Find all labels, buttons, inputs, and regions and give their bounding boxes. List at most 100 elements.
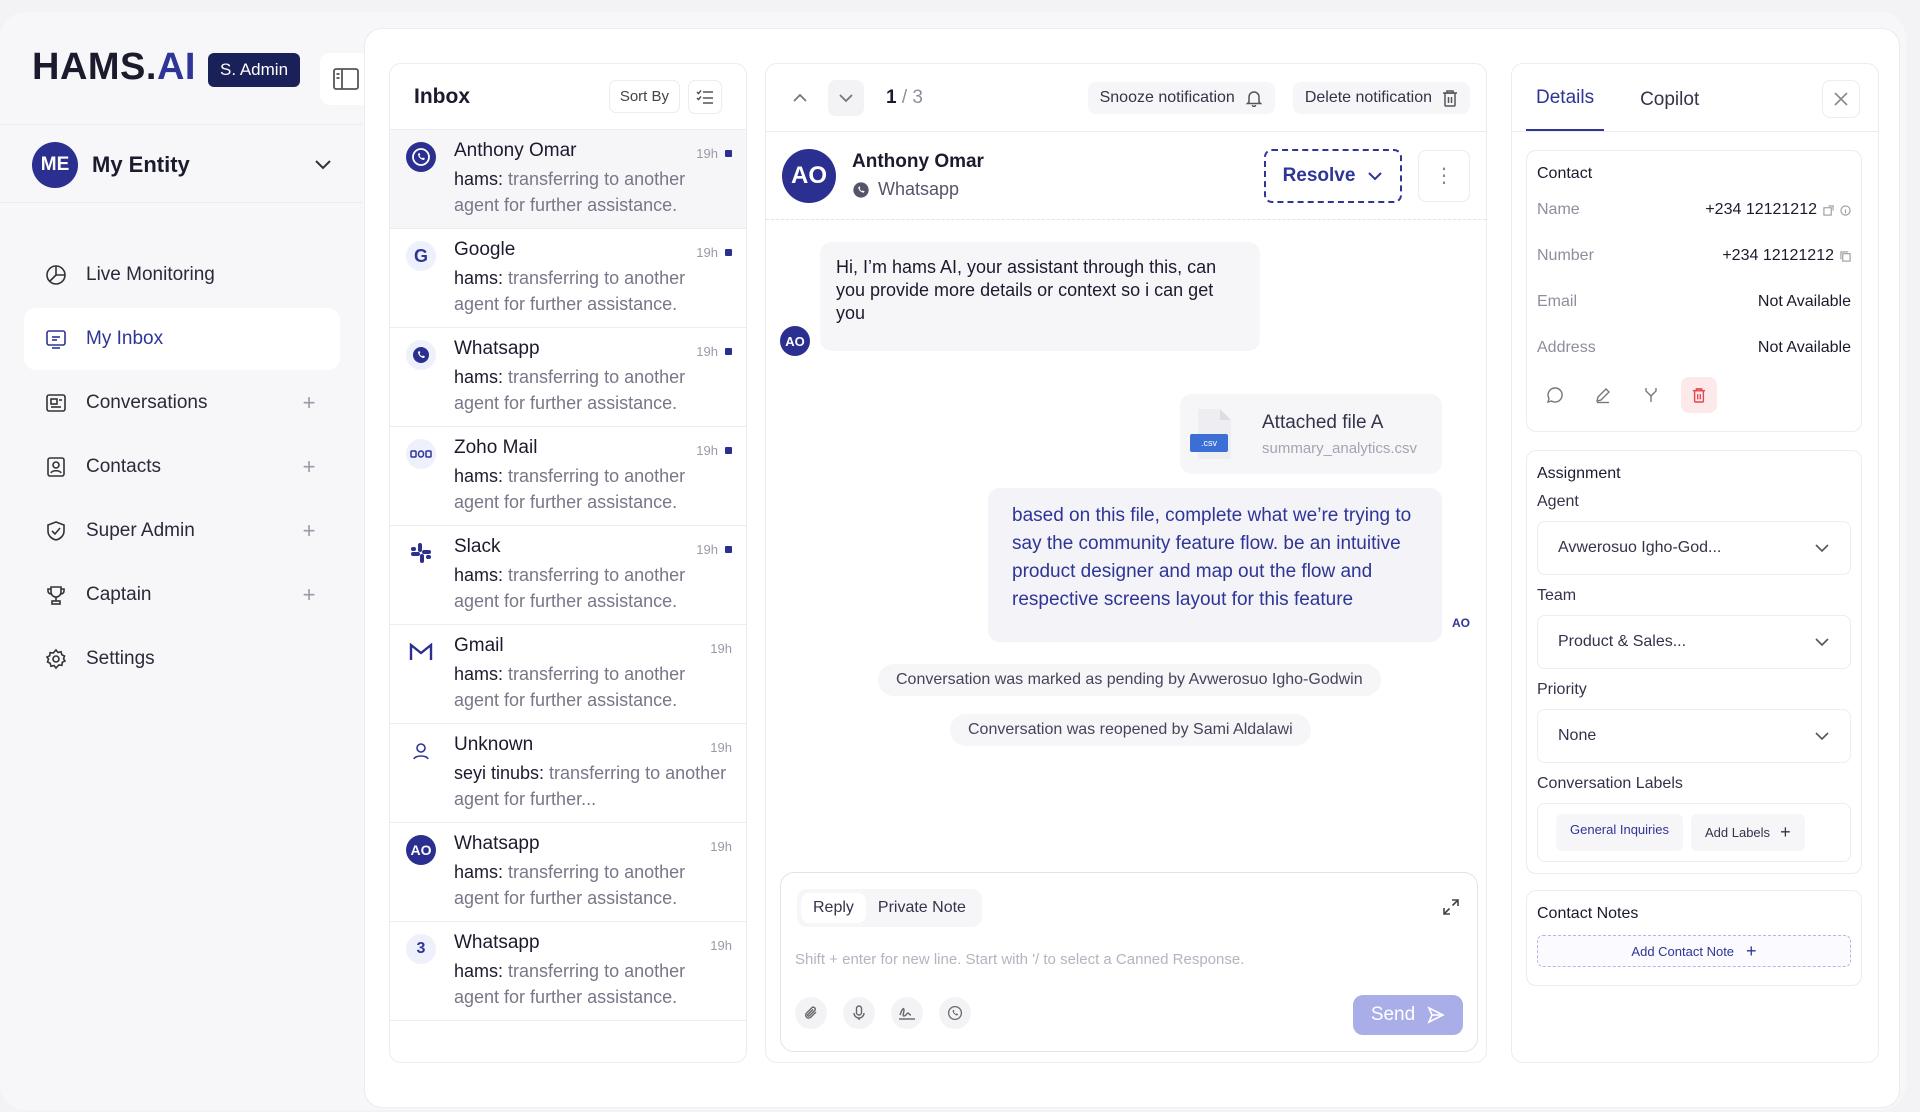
tab-reply[interactable]: Reply [801, 893, 866, 923]
conversation-labels-label: Conversation Labels [1537, 775, 1683, 792]
bell-icon [1245, 90, 1263, 107]
tab-private-note[interactable]: Private Note [866, 893, 978, 923]
message-contact-button[interactable] [1537, 377, 1573, 413]
conversation-item[interactable]: Zoho Mail 19h hams: transferring to anot… [390, 427, 746, 526]
conversation-time: 19h [696, 245, 718, 260]
previous-conversation-button[interactable] [782, 80, 818, 116]
external-link-icon[interactable] [1823, 204, 1834, 216]
next-conversation-button[interactable] [828, 79, 864, 116]
conversation-snippet: hams: transferring to another agent for … [454, 664, 686, 710]
add-captain-button[interactable]: + [294, 582, 324, 608]
close-panel-button[interactable] [1822, 80, 1860, 118]
more-options-button[interactable]: ⋮ [1418, 149, 1470, 202]
sidebar-item-live-monitoring[interactable]: Live Monitoring [24, 244, 340, 306]
contact-card: Contact Name +234 12121212 Number +234 121… [1526, 150, 1862, 432]
attach-file-button[interactable] [795, 997, 827, 1029]
list-filter-icon [696, 89, 713, 104]
voice-record-button[interactable] [843, 997, 875, 1029]
unread-indicator [725, 348, 732, 355]
sidebar-item-settings[interactable]: Settings [24, 628, 340, 690]
info-icon[interactable] [1840, 204, 1851, 216]
resolve-button[interactable]: Resolve [1264, 148, 1402, 203]
entity-name: My Entity [92, 152, 190, 177]
conversation-time: 19h [710, 641, 732, 656]
sidebar-item-label: Captain [86, 584, 152, 605]
conversation-name: Slack [454, 536, 501, 557]
sidebar-item-contacts[interactable]: Contacts + [24, 436, 340, 498]
tab-copilot[interactable]: Copilot [1630, 89, 1709, 131]
add-super-admin-button[interactable]: + [294, 518, 324, 544]
sidebar-item-my-inbox[interactable]: My Inbox [24, 308, 340, 370]
copy-icon[interactable] [1840, 250, 1851, 262]
conversation-item[interactable]: Whatsapp 19h hams: transferring to anoth… [390, 328, 746, 427]
inbox-title: Inbox [414, 84, 470, 108]
send-button[interactable]: Send [1353, 995, 1463, 1035]
incoming-message: Hi, I’m hams AI, your assistant through … [820, 242, 1260, 351]
edit-contact-button[interactable] [1585, 377, 1621, 413]
snooze-notification-button[interactable]: Snooze notification [1087, 81, 1275, 114]
delete-contact-button[interactable] [1681, 377, 1717, 413]
gear-icon [44, 647, 68, 671]
whatsapp-icon [406, 142, 436, 172]
trophy-icon [44, 583, 68, 607]
sidebar-item-label: Conversations [86, 392, 208, 413]
count-badge: 3 [406, 934, 436, 964]
add-contact-button[interactable]: + [294, 454, 324, 480]
attachment-title: Attached file A [1262, 411, 1384, 433]
chevron-down-icon [1368, 171, 1383, 180]
trash-icon [1692, 388, 1706, 403]
agent-label: Agent [1537, 493, 1579, 510]
microphone-icon [853, 1005, 865, 1020]
conversation-item[interactable]: Anthony Omar 19h hams: transferring to a… [390, 130, 746, 229]
conversation-item[interactable]: Gmail 19h hams: transferring to another … [390, 625, 746, 724]
chevron-up-icon [793, 93, 807, 102]
message-input[interactable]: Shift + enter for new line. Start with '… [795, 951, 1244, 968]
contacts-icon [44, 455, 68, 479]
conversation-item[interactable]: 3 Whatsapp 19h hams: transferring to ano… [390, 922, 746, 1021]
signature-button[interactable] [891, 997, 923, 1029]
contact-avatar: AO [782, 148, 836, 203]
attachment-card[interactable]: .csv Attached file A summary_analytics.c… [1180, 394, 1442, 474]
conversation-item[interactable]: Unknown 19h seyi tinubs: transferring to… [390, 724, 746, 823]
whatsapp-icon [853, 181, 869, 198]
sidebar-item-super-admin[interactable]: Super Admin + [24, 500, 340, 562]
priority-select[interactable]: None [1537, 709, 1851, 763]
conversation-item[interactable]: Slack 19h hams: transferring to another … [390, 526, 746, 625]
delete-notification-button[interactable]: Delete notification [1292, 81, 1470, 114]
sidebar-item-label: My Inbox [86, 328, 164, 349]
sidebar-item-label: Settings [86, 648, 155, 669]
add-labels-button[interactable]: Add Labels + [1691, 814, 1805, 851]
conversation-time: 19h [696, 443, 718, 458]
conversation-snippet: hams: transferring to another agent for … [454, 169, 686, 215]
merge-contact-button[interactable] [1633, 377, 1669, 413]
agent-select[interactable]: Avwerosuo Igho-God... [1537, 521, 1851, 575]
team-select[interactable]: Product & Sales... [1537, 615, 1851, 669]
conversations-icon [44, 391, 68, 415]
whatsapp-template-button[interactable] [939, 997, 971, 1029]
inbox-icon [44, 327, 68, 351]
priority-label: Priority [1537, 681, 1587, 698]
chat-bubble-icon [1546, 387, 1563, 404]
add-contact-note-button[interactable]: Add Contact Note + [1537, 935, 1851, 967]
outgoing-message: based on this file, complete what we’re … [988, 488, 1442, 642]
sidebar-item-conversations[interactable]: Conversations + [24, 372, 340, 434]
label-chip[interactable]: General Inquiries [1556, 814, 1683, 851]
conversation-item[interactable]: G Google 19h hams: transferring to anoth… [390, 229, 746, 328]
conversation-name: Whatsapp [454, 338, 540, 359]
pie-chart-icon [44, 263, 68, 287]
conversation-item[interactable]: AO Whatsapp 19h hams: transferring to an… [390, 823, 746, 922]
contact-row: Email Not Available [1537, 293, 1851, 310]
contact-name: Anthony Omar [852, 151, 984, 172]
contact-row: Number +234 12121212 [1537, 233, 1851, 279]
conversation-time: 19h [696, 146, 718, 161]
entity-switcher[interactable]: ME My Entity [32, 142, 332, 188]
sort-by-button[interactable]: Sort By [608, 80, 680, 113]
sidebar-divider [0, 202, 362, 203]
message-avatar: AO [780, 326, 810, 356]
tab-details[interactable]: Details [1526, 87, 1605, 131]
sidebar-item-captain[interactable]: Captain + [24, 564, 340, 626]
expand-composer-button[interactable] [1443, 899, 1459, 920]
filter-button[interactable] [688, 79, 722, 114]
add-conversation-button[interactable]: + [294, 390, 324, 416]
conversation-snippet: hams: transferring to another agent for … [454, 565, 686, 611]
